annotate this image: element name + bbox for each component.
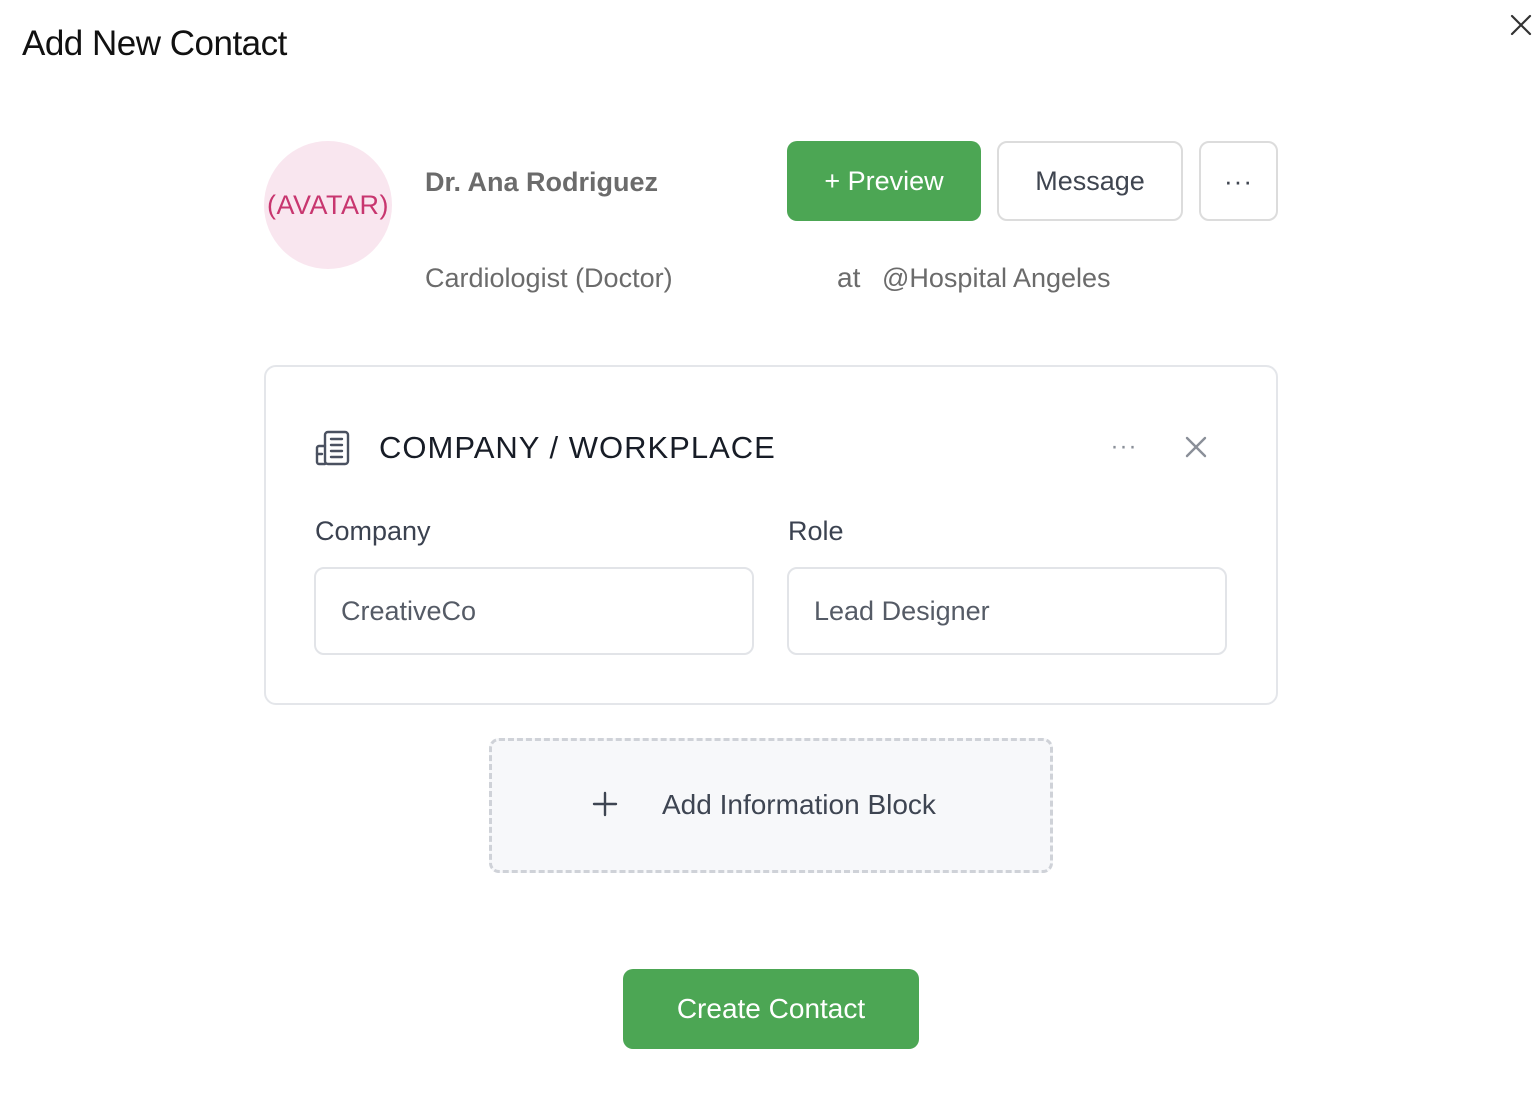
preview-button[interactable]: + Preview: [787, 141, 981, 221]
message-button[interactable]: Message: [997, 141, 1183, 221]
preview-button-label: + Preview: [824, 165, 944, 196]
create-contact-label: Create Contact: [676, 993, 866, 1024]
contact-occupation: Cardiologist (Doctor): [425, 263, 673, 293]
avatar-placeholder-text: (AVATAR): [267, 189, 389, 220]
create-contact-button[interactable]: Create Contact: [623, 969, 919, 1049]
close-icon[interactable]: [1180, 431, 1212, 463]
avatar[interactable]: (AVATAR): [264, 141, 392, 269]
close-icon[interactable]: [1506, 10, 1532, 40]
role-input[interactable]: [787, 567, 1227, 655]
message-button-label: Message: [1035, 165, 1145, 196]
card-title: COMPANY / WORKPLACE: [379, 430, 776, 465]
card-more-button[interactable]: ···: [1104, 430, 1144, 464]
card-more-label: ···: [1110, 433, 1138, 460]
more-options-button[interactable]: ···: [1199, 141, 1278, 221]
plus-icon: [592, 791, 618, 817]
add-information-block-label: Add Information Block: [662, 789, 936, 820]
company-input[interactable]: [314, 567, 754, 655]
building-icon: [315, 430, 350, 466]
dialog-title: Add New Contact: [22, 24, 287, 63]
more-options-label: ···: [1224, 165, 1253, 196]
contact-workplace: @Hospital Angeles: [882, 263, 1111, 293]
add-contact-dialog: Add New Contact (AVATAR) Dr. Ana Rodrigu…: [0, 0, 1532, 1112]
contact-name: Dr. Ana Rodriguez: [425, 167, 659, 197]
role-field-label: Role: [788, 516, 844, 546]
at-label: at: [837, 262, 861, 293]
company-field-label: Company: [315, 516, 431, 546]
